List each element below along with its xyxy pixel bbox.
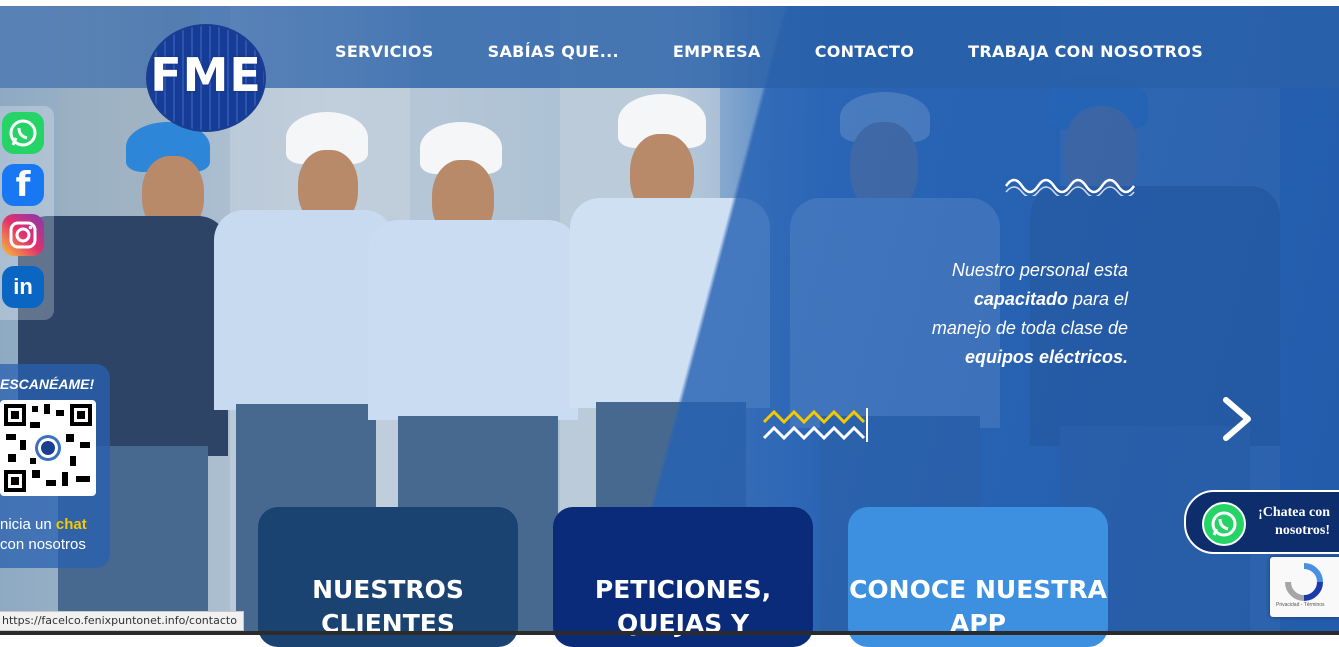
slide-line-2-bold: capacitado xyxy=(973,289,1068,309)
qr-title: ESCANÉAME! xyxy=(0,376,95,392)
bottom-strip xyxy=(0,631,1339,635)
card-conoce-app[interactable]: CONOCE NUESTRA APP xyxy=(848,507,1108,647)
chat-label-line-2: nosotros! xyxy=(1275,523,1330,538)
linkedin-icon[interactable]: in xyxy=(2,266,44,308)
slide-line-4-bold: equipos eléctricos. xyxy=(964,347,1128,367)
qr-chat-text: nicia un chat xyxy=(0,516,87,533)
slide-line-2: capacitado para el xyxy=(860,285,1128,314)
card-label: NUESTROS CLIENTES xyxy=(312,575,464,638)
slide-line-2-rest: para el xyxy=(1067,289,1128,309)
nav-empresa[interactable]: EMPRESA xyxy=(673,42,761,61)
chat-label: ¡Chatea con nosotros! xyxy=(1246,504,1330,540)
qr-code-image xyxy=(0,400,96,496)
qr-chat-box[interactable]: ESCANÉAME! nicia un chat con nosotros xyxy=(0,364,110,568)
slide-line-3: manejo de toda clase de xyxy=(931,318,1128,338)
recaptcha-terms[interactable]: Privacidad - Términos xyxy=(1276,602,1325,608)
nav-contacto[interactable]: CONTACTO xyxy=(815,42,914,61)
social-links: f in xyxy=(0,106,54,320)
slide-line-1: Nuestro personal esta xyxy=(951,260,1128,280)
whatsapp-icon xyxy=(1202,502,1246,546)
instagram-icon[interactable] xyxy=(2,214,44,256)
whatsapp-chat-button[interactable]: ¡Chatea con nosotros! xyxy=(1184,490,1339,554)
slide-caption: Nuestro personal esta capacitado para el… xyxy=(860,256,1128,372)
decorative-waves xyxy=(1004,178,1136,196)
nav-trabaja-con-nosotros[interactable]: TRABAJA CON NOSOTROS xyxy=(968,42,1203,61)
nav-sabias-que[interactable]: SABÍAS QUE... xyxy=(488,42,619,61)
next-slide-arrow-icon[interactable] xyxy=(1220,396,1254,442)
card-label: PETICIONES, QUEJAS Y xyxy=(594,575,772,638)
chat-label-line-1: ¡Chatea con xyxy=(1258,505,1330,520)
facebook-icon[interactable]: f xyxy=(2,164,44,206)
main-nav: SERVICIOS SABÍAS QUE... EMPRESA CONTACTO… xyxy=(335,42,1203,61)
recaptcha-icon xyxy=(1285,563,1323,601)
qr-line1-highlight: chat xyxy=(55,516,87,533)
recaptcha-badge[interactable]: Privacidad - Términos xyxy=(1270,557,1339,617)
decorative-waves-yellow xyxy=(762,408,868,442)
card-nuestros-clientes[interactable]: NUESTROS CLIENTES xyxy=(258,507,518,647)
slide-line-4: equipos eléctricos. xyxy=(860,343,1128,372)
status-bar-url: https://facelco.fenixpuntonet.info/conta… xyxy=(0,611,244,631)
whatsapp-icon[interactable] xyxy=(2,112,44,154)
fme-logo[interactable]: FME xyxy=(146,24,266,132)
card-peticiones-quejas[interactable]: PETICIONES, QUEJAS Y xyxy=(553,507,813,647)
card-label: CONOCE NUESTRA APP xyxy=(849,575,1107,638)
qr-line1-prefix: nicia un xyxy=(0,516,56,533)
qr-chat-text-2: con nosotros xyxy=(0,536,86,553)
logo-text: FME xyxy=(150,48,262,102)
nav-servicios[interactable]: SERVICIOS xyxy=(335,42,434,61)
